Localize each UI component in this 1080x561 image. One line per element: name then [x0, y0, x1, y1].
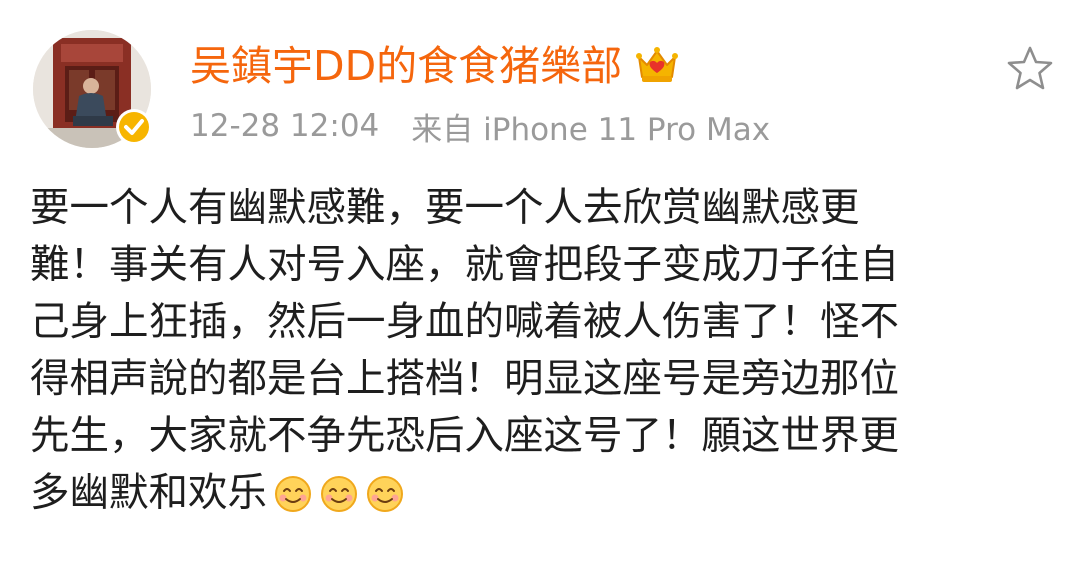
post-meta: 12-28 12:04 来自 iPhone 11 Pro Max: [190, 104, 770, 148]
post-text-line: 己身上狂插，然后一身血的喊着被人伤害了！怪不: [30, 299, 899, 345]
star-outline-icon[interactable]: [1003, 42, 1057, 96]
smile-emoji-icon: [319, 474, 359, 514]
verified-badge-icon: [115, 108, 153, 146]
post-text-line: 先生，大家就不争先恐后入座这号了！願这世界更: [30, 413, 899, 459]
post-source: 来自 iPhone 11 Pro Max: [411, 111, 771, 148]
smile-emoji-icon: [365, 474, 405, 514]
crown-icon[interactable]: [634, 43, 680, 89]
username-row: 吴鎮宇DD的食食猪樂部: [190, 38, 680, 94]
post-text-line: 多幽默和欢乐: [30, 470, 267, 516]
post-body: 要一个人有幽默感難，要一个人去欣赏幽默感更 難！事关有人对号入座，就會把段子变成…: [30, 180, 1065, 522]
avatar[interactable]: [33, 30, 153, 148]
post-text-line-last: 多幽默和欢乐: [30, 465, 1065, 522]
post-text-line: 難！事关有人对号入座，就會把段子变成刀子往自: [30, 242, 899, 288]
smile-emoji-icon: [273, 474, 313, 514]
post-text-line: 得相声說的都是台上搭档！明显这座号是旁边那位: [30, 356, 899, 402]
username[interactable]: 吴鎮宇DD的食食猪樂部: [190, 38, 622, 94]
post-timestamp: 12-28 12:04: [190, 108, 380, 144]
post-text-line: 要一个人有幽默感難，要一个人去欣赏幽默感更: [30, 185, 860, 231]
